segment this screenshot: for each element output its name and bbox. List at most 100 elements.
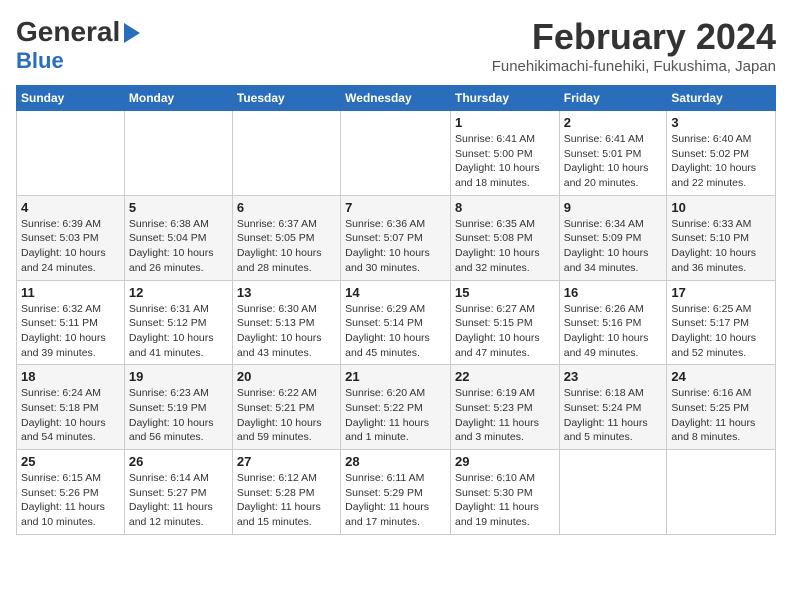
- calendar-cell: [232, 111, 340, 196]
- calendar-cell: 15Sunrise: 6:27 AM Sunset: 5:15 PM Dayli…: [450, 280, 559, 365]
- day-info: Sunrise: 6:32 AM Sunset: 5:11 PM Dayligh…: [21, 302, 120, 361]
- day-number: 21: [345, 369, 446, 384]
- calendar-cell: 6 Sunrise: 6:37 AM Sunset: 5:05 PM Daylig…: [232, 195, 340, 280]
- calendar-cell: 2 Sunrise: 6:41 AM Sunset: 5:01 PM Daylig…: [559, 111, 667, 196]
- day-info: Sunrise: 6:25 AM Sunset: 5:17 PM Dayligh…: [671, 302, 771, 361]
- header-sunday: Sunday: [17, 86, 125, 111]
- header-thursday: Thursday: [450, 86, 559, 111]
- calendar-cell: 13 Sunrise: 6:30 AM Sunset: 5:13 PM Dayli…: [232, 280, 340, 365]
- day-info: Sunrise: 6:20 AM Sunset: 5:22 PM Dayligh…: [345, 386, 446, 445]
- calendar-cell: 20 Sunrise: 6:22 AM Sunset: 5:21 PM Dayli…: [232, 365, 340, 450]
- logo-blue: Blue: [16, 48, 64, 73]
- day-info: Sunrise: 6:41 AM Sunset: 5:01 PM Dayligh…: [564, 132, 663, 191]
- calendar-cell: 3Sunrise: 6:40 AM Sunset: 5:02 PM Daylig…: [667, 111, 776, 196]
- day-info: Sunrise: 6:38 AM Sunset: 5:04 PM Dayligh…: [129, 217, 228, 276]
- day-info: Sunrise: 6:18 AM Sunset: 5:24 PM Dayligh…: [564, 386, 663, 445]
- calendar-cell: 14 Sunrise: 6:29 AM Sunset: 5:14 PM Dayli…: [341, 280, 451, 365]
- day-number: 4: [21, 200, 120, 215]
- calendar-cell: 29Sunrise: 6:10 AM Sunset: 5:30 PM Dayli…: [450, 450, 559, 535]
- calendar-cell: 28 Sunrise: 6:11 AM Sunset: 5:29 PM Dayli…: [341, 450, 451, 535]
- day-number: 10: [671, 200, 771, 215]
- day-number: 24: [671, 369, 771, 384]
- header-wednesday: Wednesday: [341, 86, 451, 111]
- page-subtitle: Funehikimachi-funehiki, Fukushima, Japan: [492, 58, 776, 75]
- day-number: 23: [564, 369, 663, 384]
- day-info: Sunrise: 6:11 AM Sunset: 5:29 PM Dayligh…: [345, 471, 446, 530]
- day-info: Sunrise: 6:19 AM Sunset: 5:23 PM Dayligh…: [455, 386, 555, 445]
- day-info: Sunrise: 6:30 AM Sunset: 5:13 PM Dayligh…: [237, 302, 336, 361]
- day-info: Sunrise: 6:15 AM Sunset: 5:26 PM Dayligh…: [21, 471, 120, 530]
- day-info: Sunrise: 6:37 AM Sunset: 5:05 PM Dayligh…: [237, 217, 336, 276]
- day-info: Sunrise: 6:10 AM Sunset: 5:30 PM Dayligh…: [455, 471, 555, 530]
- day-number: 12: [129, 285, 228, 300]
- calendar-cell: 9Sunrise: 6:34 AM Sunset: 5:09 PM Daylig…: [559, 195, 667, 280]
- day-info: Sunrise: 6:27 AM Sunset: 5:15 PM Dayligh…: [455, 302, 555, 361]
- title-section: February 2024 Funehikimachi-funehiki, Fu…: [492, 16, 776, 75]
- day-info: Sunrise: 6:12 AM Sunset: 5:28 PM Dayligh…: [237, 471, 336, 530]
- calendar-cell: 26 Sunrise: 6:14 AM Sunset: 5:27 PM Dayli…: [124, 450, 232, 535]
- day-number: 28: [345, 454, 446, 469]
- calendar-header-row: Sunday Monday Tuesday Wednesday Thursday…: [17, 86, 776, 111]
- calendar-week-5: 25Sunrise: 6:15 AM Sunset: 5:26 PM Dayli…: [17, 450, 776, 535]
- calendar-cell: 12 Sunrise: 6:31 AM Sunset: 5:12 PM Dayli…: [124, 280, 232, 365]
- day-number: 17: [671, 285, 771, 300]
- day-info: Sunrise: 6:16 AM Sunset: 5:25 PM Dayligh…: [671, 386, 771, 445]
- logo-arrow-icon: [124, 23, 140, 43]
- day-number: 16: [564, 285, 663, 300]
- day-number: 5: [129, 200, 228, 215]
- calendar-week-2: 4 Sunrise: 6:39 AM Sunset: 5:03 PM Daylig…: [17, 195, 776, 280]
- calendar-cell: 10 Sunrise: 6:33 AM Sunset: 5:10 PM Dayli…: [667, 195, 776, 280]
- day-number: 13: [237, 285, 336, 300]
- calendar-cell: [17, 111, 125, 196]
- day-info: Sunrise: 6:14 AM Sunset: 5:27 PM Dayligh…: [129, 471, 228, 530]
- day-number: 1: [455, 115, 555, 130]
- page-title: February 2024: [492, 16, 776, 58]
- calendar-cell: 1 Sunrise: 6:41 AM Sunset: 5:00 PM Daylig…: [450, 111, 559, 196]
- day-number: 6: [237, 200, 336, 215]
- calendar-cell: 17 Sunrise: 6:25 AM Sunset: 5:17 PM Dayli…: [667, 280, 776, 365]
- calendar-cell: 27Sunrise: 6:12 AM Sunset: 5:28 PM Dayli…: [232, 450, 340, 535]
- calendar-cell: 11 Sunrise: 6:32 AM Sunset: 5:11 PM Dayli…: [17, 280, 125, 365]
- header-saturday: Saturday: [667, 86, 776, 111]
- day-number: 20: [237, 369, 336, 384]
- logo-general: General: [16, 16, 120, 48]
- day-info: Sunrise: 6:39 AM Sunset: 5:03 PM Dayligh…: [21, 217, 120, 276]
- day-info: Sunrise: 6:29 AM Sunset: 5:14 PM Dayligh…: [345, 302, 446, 361]
- logo: General Blue: [16, 16, 140, 74]
- day-info: Sunrise: 6:26 AM Sunset: 5:16 PM Dayligh…: [564, 302, 663, 361]
- calendar-cell: [667, 450, 776, 535]
- calendar-cell: 24 Sunrise: 6:16 AM Sunset: 5:25 PM Dayli…: [667, 365, 776, 450]
- day-number: 2: [564, 115, 663, 130]
- calendar-cell: 19 Sunrise: 6:23 AM Sunset: 5:19 PM Dayli…: [124, 365, 232, 450]
- calendar-week-4: 18Sunrise: 6:24 AM Sunset: 5:18 PM Dayli…: [17, 365, 776, 450]
- calendar-cell: 8Sunrise: 6:35 AM Sunset: 5:08 PM Daylig…: [450, 195, 559, 280]
- day-info: Sunrise: 6:22 AM Sunset: 5:21 PM Dayligh…: [237, 386, 336, 445]
- calendar-cell: 21 Sunrise: 6:20 AM Sunset: 5:22 PM Dayli…: [341, 365, 451, 450]
- calendar-cell: 4 Sunrise: 6:39 AM Sunset: 5:03 PM Daylig…: [17, 195, 125, 280]
- calendar-week-3: 11 Sunrise: 6:32 AM Sunset: 5:11 PM Dayli…: [17, 280, 776, 365]
- calendar-cell: [559, 450, 667, 535]
- header-monday: Monday: [124, 86, 232, 111]
- day-number: 11: [21, 285, 120, 300]
- calendar-cell: 18Sunrise: 6:24 AM Sunset: 5:18 PM Dayli…: [17, 365, 125, 450]
- day-info: Sunrise: 6:23 AM Sunset: 5:19 PM Dayligh…: [129, 386, 228, 445]
- day-info: Sunrise: 6:24 AM Sunset: 5:18 PM Dayligh…: [21, 386, 120, 445]
- calendar-cell: 23 Sunrise: 6:18 AM Sunset: 5:24 PM Dayli…: [559, 365, 667, 450]
- day-number: 26: [129, 454, 228, 469]
- day-number: 3: [671, 115, 771, 130]
- day-info: Sunrise: 6:33 AM Sunset: 5:10 PM Dayligh…: [671, 217, 771, 276]
- day-number: 7: [345, 200, 446, 215]
- day-info: Sunrise: 6:36 AM Sunset: 5:07 PM Dayligh…: [345, 217, 446, 276]
- calendar-cell: 7 Sunrise: 6:36 AM Sunset: 5:07 PM Daylig…: [341, 195, 451, 280]
- calendar-cell: [341, 111, 451, 196]
- day-info: Sunrise: 6:41 AM Sunset: 5:00 PM Dayligh…: [455, 132, 555, 191]
- day-info: Sunrise: 6:31 AM Sunset: 5:12 PM Dayligh…: [129, 302, 228, 361]
- calendar-cell: 16 Sunrise: 6:26 AM Sunset: 5:16 PM Dayli…: [559, 280, 667, 365]
- calendar-cell: 22Sunrise: 6:19 AM Sunset: 5:23 PM Dayli…: [450, 365, 559, 450]
- day-number: 19: [129, 369, 228, 384]
- day-number: 14: [345, 285, 446, 300]
- calendar-cell: 25Sunrise: 6:15 AM Sunset: 5:26 PM Dayli…: [17, 450, 125, 535]
- day-number: 8: [455, 200, 555, 215]
- calendar-cell: 5 Sunrise: 6:38 AM Sunset: 5:04 PM Daylig…: [124, 195, 232, 280]
- page-header: General Blue February 2024 Funehikimachi…: [16, 16, 776, 75]
